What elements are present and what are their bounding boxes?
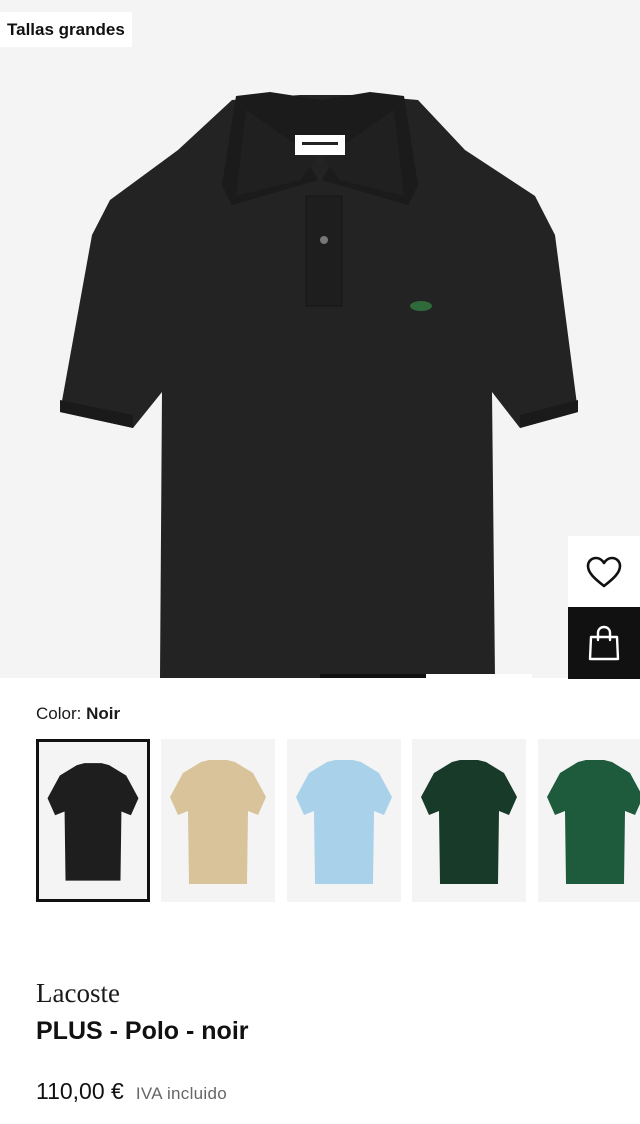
product-image[interactable] <box>0 0 640 678</box>
swatch-black[interactable] <box>36 739 150 902</box>
swatch-light-blue[interactable] <box>287 739 401 902</box>
swatch-polo-image <box>547 760 640 884</box>
selected-color: Noir <box>86 704 121 723</box>
add-to-bag-button[interactable] <box>568 607 640 679</box>
color-swatches <box>36 739 640 903</box>
swatch-polo-image <box>421 760 517 884</box>
product-title: PLUS - Polo - noir <box>36 1017 249 1045</box>
price-row: 110,00 € IVA incluido <box>36 1078 227 1105</box>
shopping-bag-icon <box>588 625 620 661</box>
color-label-row: Color: Noir <box>36 704 120 724</box>
heart-icon <box>586 556 622 588</box>
swatch-polo-image <box>296 760 392 884</box>
swatch-beige[interactable] <box>161 739 275 902</box>
polo-shirt-image <box>60 92 578 678</box>
color-label: Color: <box>36 704 82 723</box>
price: 110,00 € <box>36 1078 124 1104</box>
brand-name[interactable]: Lacoste <box>36 978 120 1009</box>
swatch-polo-image <box>170 760 266 884</box>
gallery-indicator-active <box>320 674 426 678</box>
swatch-green[interactable] <box>538 739 640 902</box>
swatch-dark-green[interactable] <box>412 739 526 902</box>
tax-note: IVA incluido <box>135 1084 228 1103</box>
swatch-polo-image <box>47 763 139 881</box>
size-badge: Tallas grandes <box>0 12 132 47</box>
wishlist-button[interactable] <box>568 536 640 608</box>
gallery-indicator-track <box>426 674 532 678</box>
